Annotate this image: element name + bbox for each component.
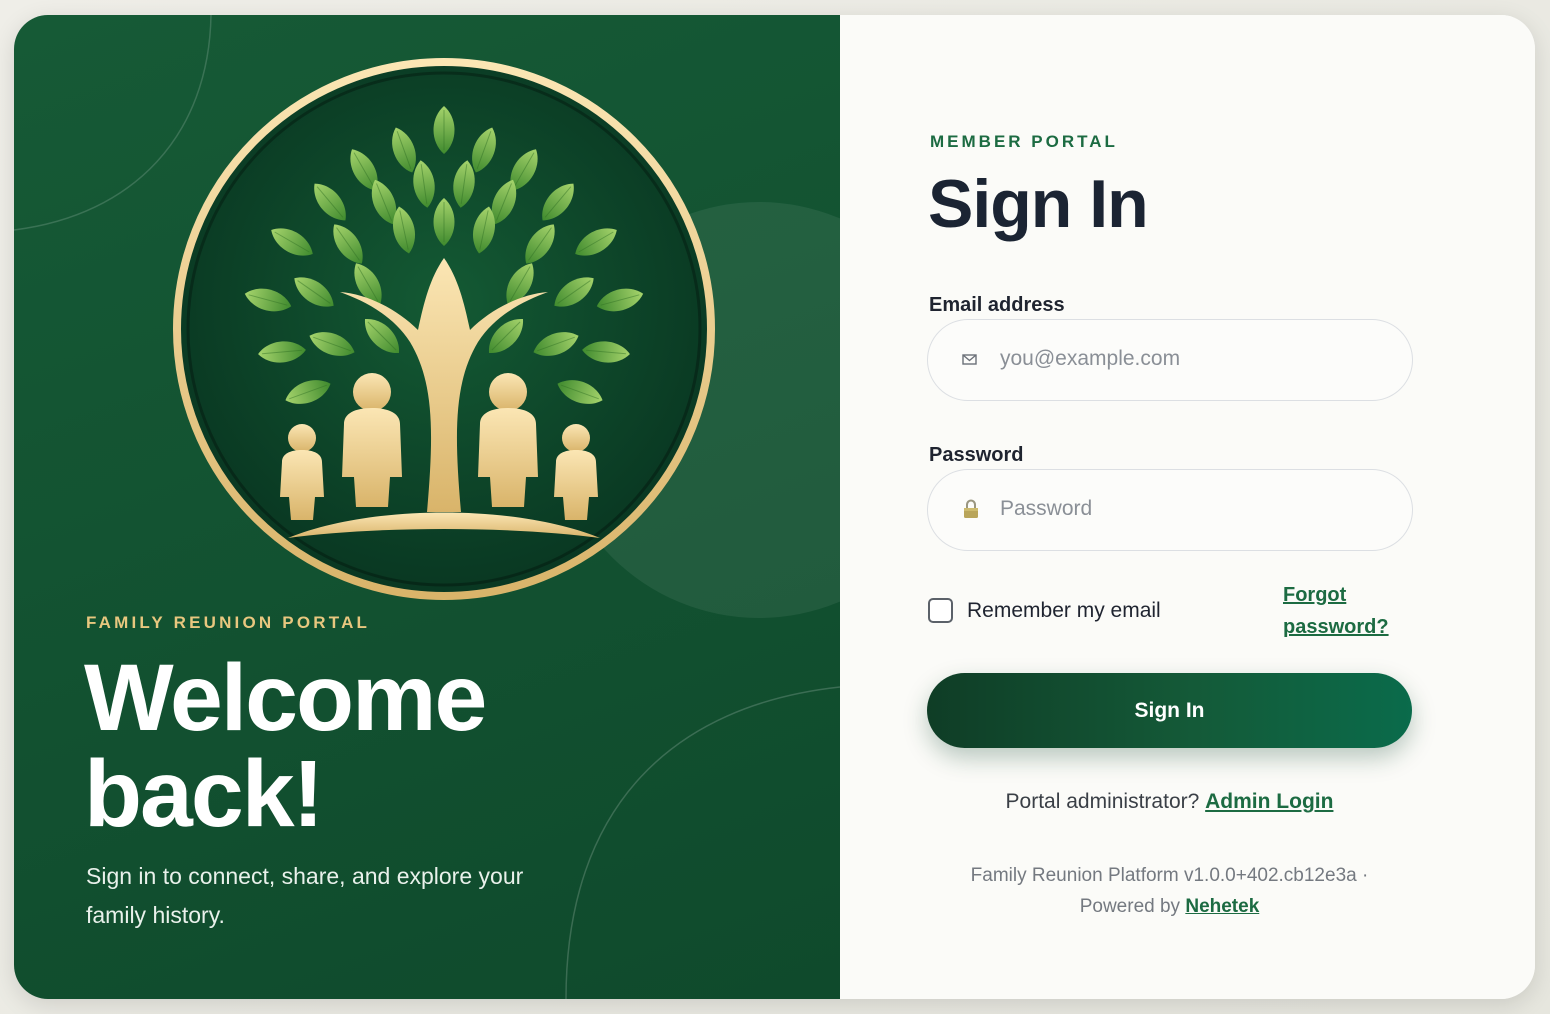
lock-icon — [964, 499, 978, 518]
email-input[interactable] — [1000, 320, 1390, 398]
portal-eyebrow: FAMILY REUNION PORTAL — [86, 613, 371, 632]
welcome-headline-line1: Welcome — [84, 645, 487, 751]
welcome-headline-line2: back! — [84, 741, 324, 847]
platform-version: Family Reunion Platform v1.0.0+402.cb12e… — [970, 865, 1369, 886]
remember-email-label[interactable]: Remember my email — [967, 599, 1161, 623]
sign-in-button[interactable]: Sign In — [927, 673, 1412, 748]
password-label: Password — [929, 444, 1024, 466]
family-tree-logo-icon — [173, 58, 715, 600]
admin-login-link[interactable]: Admin Login — [1205, 790, 1333, 813]
login-card: FAMILY REUNION PORTAL Welcome back! Sign… — [14, 15, 1535, 999]
vendor-link[interactable]: Nehetek — [1185, 896, 1259, 917]
envelope-icon — [962, 354, 977, 365]
remember-email-checkbox[interactable] — [928, 598, 953, 623]
password-input[interactable] — [1000, 470, 1390, 548]
password-field[interactable] — [927, 469, 1413, 551]
welcome-subtitle: Sign in to connect, share, and explore y… — [86, 863, 524, 928]
welcome-panel: FAMILY REUNION PORTAL Welcome back! Sign… — [14, 15, 840, 999]
powered-by-line: Powered by Nehetek — [927, 891, 1412, 922]
powered-by-label: Powered by — [1079, 896, 1181, 917]
remember-email-row[interactable]: Remember my email — [928, 598, 1161, 623]
email-label: Email address — [929, 294, 1065, 316]
admin-login-row: Portal administrator? Admin Login — [927, 790, 1412, 814]
member-portal-eyebrow: MEMBER PORTAL — [930, 132, 1118, 151]
version-footer: Family Reunion Platform v1.0.0+402.cb12e… — [927, 860, 1412, 922]
admin-prompt: Portal administrator? — [1005, 790, 1200, 813]
sign-in-title: Sign In — [928, 166, 1149, 242]
forgot-password-link[interactable]: Forgot password? — [1283, 579, 1413, 643]
welcome-headline: Welcome back! — [84, 650, 644, 842]
sign-in-panel: MEMBER PORTAL Sign In Email address Pass… — [840, 15, 1535, 999]
email-field[interactable] — [927, 319, 1413, 401]
